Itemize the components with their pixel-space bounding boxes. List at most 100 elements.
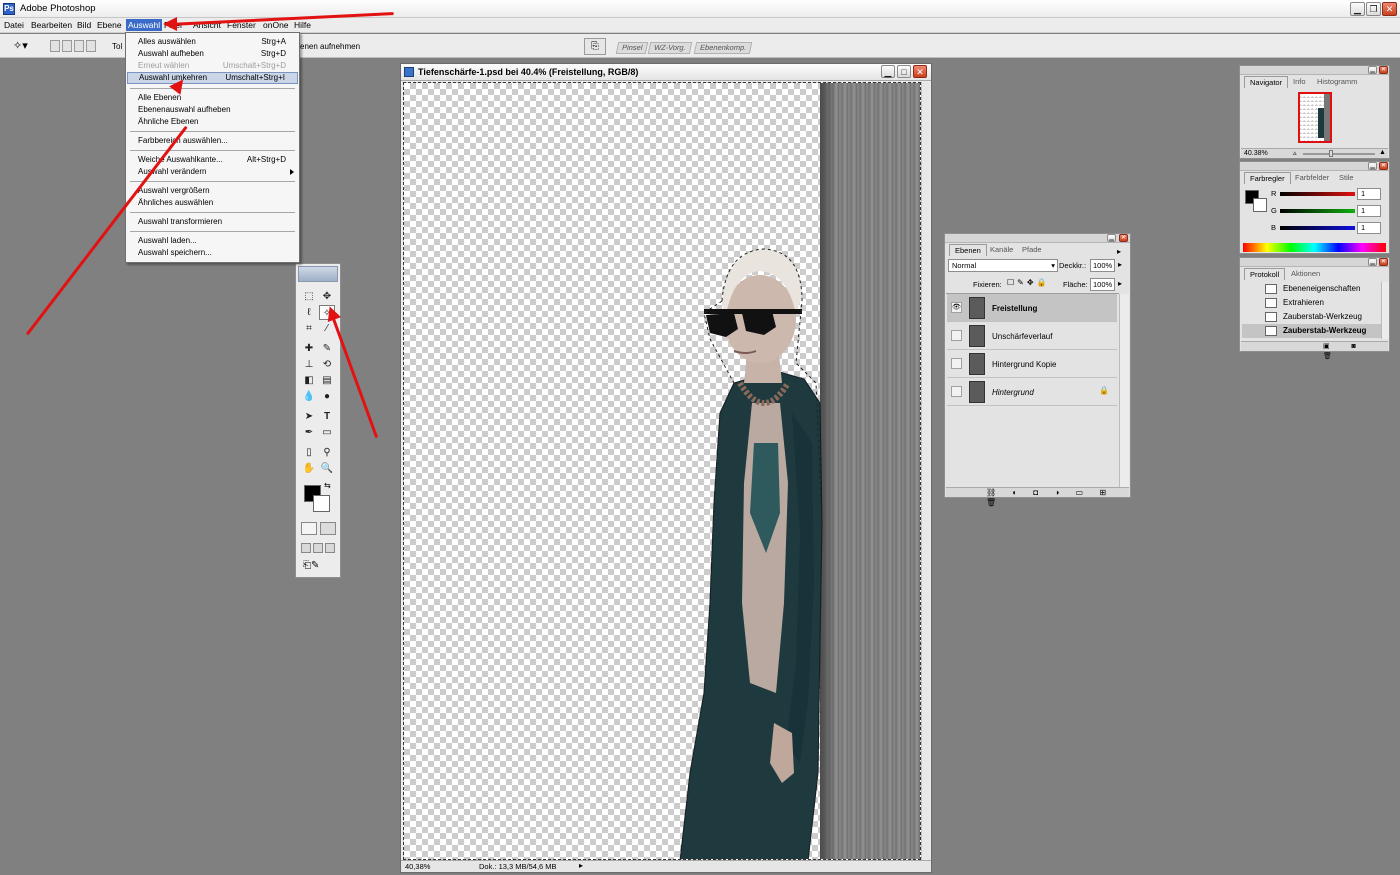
menu-item-auswahl-laden[interactable]: Auswahl laden... (127, 235, 298, 247)
menu-item-alle-ebenen[interactable]: Alle Ebenen (127, 92, 298, 104)
panel-minimize-button[interactable]: ▁ (1368, 162, 1377, 170)
doc-maximize-button[interactable]: □ (897, 65, 911, 78)
file-browser-icon[interactable]: ⎘ (584, 38, 606, 55)
layers-scrollbar[interactable] (1119, 294, 1129, 487)
status-menu-arrow-icon[interactable]: ▸ (579, 861, 583, 870)
pen-tool-icon[interactable]: ✒ (301, 425, 317, 440)
panel-close-button[interactable]: ✕ (1119, 234, 1128, 242)
zoom-slider[interactable] (1303, 153, 1375, 155)
menu-item-farbbereich-auswaehlen[interactable]: Farbbereich auswählen... (127, 135, 298, 147)
color-ramp[interactable] (1243, 243, 1386, 252)
menu-item-weiche-auswahlkante[interactable]: Weiche Auswahlkante... Alt+Strg+D (127, 154, 298, 166)
subtract-from-selection-icon[interactable] (74, 40, 84, 52)
marquee-tool-icon[interactable]: ⬚ (301, 289, 317, 304)
standard-mode-icon[interactable] (301, 522, 317, 535)
fill-field[interactable]: 100% (1090, 278, 1115, 291)
menu-auswahl[interactable]: Auswahl (126, 19, 163, 31)
image-canvas[interactable] (403, 82, 921, 860)
brush-tool-icon[interactable]: ✎ (319, 341, 335, 356)
red-value-field[interactable]: 1 (1357, 188, 1381, 200)
adobe-online-icon[interactable] (298, 266, 338, 282)
tab-info[interactable]: Info (1288, 76, 1311, 88)
vertical-scrollbar[interactable] (921, 82, 930, 860)
tab-stile[interactable]: Stile (1334, 172, 1359, 184)
menu-item-auswahl-vergroessern[interactable]: Auswahl vergrößern (127, 185, 298, 197)
menu-hilfe[interactable]: Hilfe (294, 20, 311, 30)
tab-ebenen[interactable]: Ebenen (949, 244, 987, 256)
menu-item-ebenenauswahl-aufheben[interactable]: Ebenenauswahl aufheben (127, 104, 298, 116)
close-button[interactable]: ✕ (1382, 2, 1397, 16)
menu-item-alles-auswaehlen[interactable]: Alles auswählen Strg+A (127, 36, 298, 48)
jump-to-imageready-icon[interactable]: ⎗✎ (303, 560, 319, 571)
minimize-button[interactable]: ▁ (1350, 2, 1365, 16)
gradient-tool-icon[interactable]: ▤ (319, 373, 335, 388)
tab-protokoll[interactable]: Protokoll (1244, 268, 1286, 280)
tab-histogramm[interactable]: Histogramm (1312, 76, 1362, 88)
menu-item-aehnliche-ebenen[interactable]: Ähnliche Ebenen (127, 116, 298, 128)
full-screen-menu-icon[interactable] (313, 543, 323, 553)
tab-pfade[interactable]: Pfade (1017, 244, 1047, 256)
panel-close-button[interactable]: ✕ (1379, 162, 1388, 170)
layer-row-freistellung[interactable]: 👁 Freistellung (947, 294, 1117, 322)
doc-close-button[interactable]: ✕ (913, 65, 927, 78)
menu-item-aehnliches-auswaehlen[interactable]: Ähnliches auswählen (127, 197, 298, 209)
tab-navigator[interactable]: Navigator (1244, 76, 1289, 88)
palette-well-tab-ebenenkomp[interactable]: Ebenenkomp. (693, 42, 753, 54)
visibility-toggle[interactable] (951, 330, 962, 341)
zoom-slider-thumb[interactable] (1329, 150, 1333, 157)
history-scrollbar[interactable] (1381, 282, 1389, 339)
notes-tool-icon[interactable]: ▯ (301, 445, 317, 460)
background-color-swatch[interactable] (313, 495, 330, 512)
add-to-selection-icon[interactable] (62, 40, 72, 52)
palette-well-tab-pinsel[interactable]: Pinsel (615, 42, 649, 54)
full-screen-icon[interactable] (325, 543, 335, 553)
navigator-preview[interactable] (1298, 92, 1332, 143)
menu-bild[interactable]: Bild (77, 20, 91, 30)
magic-wand-tool-preset-icon[interactable]: ✧▾ (13, 39, 28, 52)
background-swatch[interactable] (1253, 198, 1267, 212)
menu-bearbeiten[interactable]: Bearbeiten (31, 20, 72, 30)
eye-icon[interactable]: 👁 (951, 302, 962, 313)
history-item-current[interactable]: Zauberstab-Werkzeug (1242, 324, 1382, 338)
panel-menu-icon[interactable]: ▸ (1117, 247, 1121, 256)
visibility-toggle[interactable] (951, 358, 962, 369)
layer-row-hintergrund[interactable]: Hintergrund 🔒 (947, 378, 1117, 406)
blue-slider[interactable] (1280, 226, 1355, 230)
menu-ebene[interactable]: Ebene (97, 20, 122, 30)
zoom-out-icon[interactable]: ▵ (1293, 149, 1297, 157)
new-selection-icon[interactable] (50, 40, 60, 52)
menu-item-auswahl-aufheben[interactable]: Auswahl aufheben Strg+D (127, 48, 298, 60)
zoom-in-icon[interactable]: ▲ (1379, 149, 1386, 156)
lasso-tool-icon[interactable]: ℓ (301, 305, 317, 320)
blend-mode-select[interactable]: Normal ▾ (948, 259, 1058, 272)
panel-close-button[interactable]: ✕ (1379, 258, 1388, 266)
tab-farbfelder[interactable]: Farbfelder (1290, 172, 1334, 184)
fill-arrow-icon[interactable]: ▸ (1118, 279, 1122, 288)
path-selection-icon[interactable]: ➤ (301, 409, 317, 424)
restore-button[interactable]: ❐ (1366, 2, 1381, 16)
menu-item-erneut-waehlen[interactable]: Erneut wählen Umschalt+Strg+D (127, 60, 298, 72)
opacity-arrow-icon[interactable]: ▸ (1118, 260, 1122, 269)
clone-stamp-icon[interactable]: ⊥ (301, 357, 317, 372)
menu-item-auswahl-umkehren[interactable]: Auswahl umkehren Umschalt+Strg+I (127, 72, 298, 84)
history-item[interactable]: Ebeneneigenschaften (1242, 282, 1382, 296)
tab-aktionen[interactable]: Aktionen (1286, 268, 1325, 280)
healing-brush-icon[interactable]: ✚ (301, 341, 317, 356)
navigator-zoom[interactable]: 40.38% (1244, 150, 1268, 157)
green-value-field[interactable]: 1 (1357, 205, 1381, 217)
panel-minimize-button[interactable]: ▁ (1107, 234, 1116, 242)
zoom-level[interactable]: 40,38% (405, 862, 430, 871)
quick-mask-icon[interactable] (320, 522, 336, 535)
layer-row-hintergrund-kopie[interactable]: Hintergrund Kopie (947, 350, 1117, 378)
history-brush-icon[interactable]: ⟲ (319, 357, 335, 372)
history-item[interactable]: Zauberstab-Werkzeug (1242, 310, 1382, 324)
palette-well-tab-wz-vorg[interactable]: WZ-Vorg. (647, 42, 692, 54)
panel-minimize-button[interactable]: ▁ (1368, 66, 1377, 74)
intersect-selection-icon[interactable] (86, 40, 96, 52)
layers-footer-buttons[interactable]: ⛓ ◐ ◘ ◑ ▭ ⊞ 🗑 (946, 487, 1129, 507)
visibility-toggle[interactable] (951, 386, 962, 397)
panel-minimize-button[interactable]: ▁ (1368, 258, 1377, 266)
history-item[interactable]: Extrahieren (1242, 296, 1382, 310)
lock-icons[interactable]: ☐✎✥🔒 (1007, 278, 1050, 287)
doc-minimize-button[interactable]: ▁ (881, 65, 895, 78)
